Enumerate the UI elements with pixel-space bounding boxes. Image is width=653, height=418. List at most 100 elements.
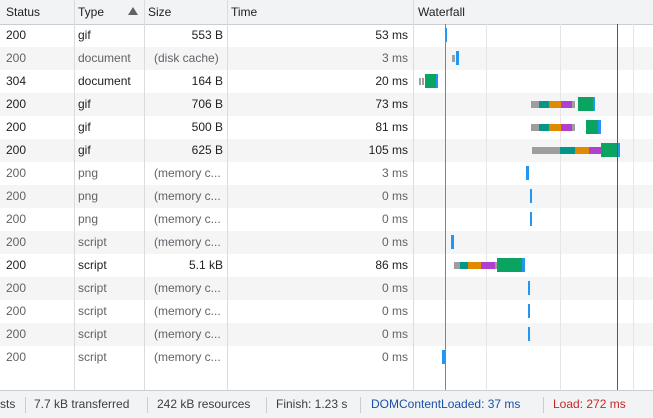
waterfall-segment-queue[interactable] (452, 55, 455, 62)
column-divider[interactable] (74, 0, 75, 390)
time-cell: 73 ms (375, 97, 408, 111)
time-cell: 86 ms (375, 258, 408, 272)
network-request-table: Status Type Size Time Waterfall 200 gif 55… (0, 0, 653, 390)
status-cell: 200 (6, 212, 27, 226)
size-cell: 5.1 kB (188, 258, 223, 272)
waterfall-segment-dns[interactable] (539, 101, 549, 108)
status-cell: 200 (6, 235, 27, 249)
size-cell: 164 B (191, 74, 223, 88)
type-cell: script (78, 304, 107, 318)
table-row[interactable]: 200 png (memory c... 3 ms (0, 162, 653, 185)
table-row[interactable]: 200 script (memory c... 0 ms (0, 231, 653, 254)
size-cell: 625 B (191, 143, 223, 157)
waterfall-segment-connect[interactable] (549, 124, 561, 131)
table-row[interactable]: 200 script (memory c... 0 ms (0, 300, 653, 323)
type-cell: script (78, 350, 107, 364)
column-header-type-label: Type (78, 5, 105, 19)
waterfall-segment-download[interactable] (436, 74, 438, 88)
time-cell: 0 ms (381, 235, 408, 249)
waterfall-segment-queue[interactable] (572, 101, 575, 108)
waterfall-segment-queue[interactable] (532, 147, 560, 154)
table-row[interactable]: 200 png (memory c... 0 ms (0, 208, 653, 231)
waterfall-segment-ssl[interactable] (561, 124, 572, 131)
type-cell: gif (78, 28, 91, 42)
summary-divider (147, 397, 148, 413)
size-cell: (memory c... (154, 327, 221, 341)
waterfall-segment-connect[interactable] (468, 262, 481, 269)
waterfall-segment-download[interactable] (528, 327, 530, 341)
waterfall-segment-ssl[interactable] (589, 147, 601, 154)
waterfall-segment-waiting[interactable] (578, 97, 593, 111)
type-cell: png (78, 189, 99, 203)
time-cell: 0 ms (381, 350, 408, 364)
waterfall-segment-download[interactable] (528, 281, 530, 295)
column-divider[interactable] (227, 0, 228, 390)
type-cell: script (78, 281, 107, 295)
requests-count: sts (0, 397, 16, 411)
time-cell: 3 ms (381, 51, 408, 65)
time-cell: 105 ms (368, 143, 408, 157)
table-row[interactable]: 200 png (memory c... 0 ms (0, 185, 653, 208)
type-cell: gif (78, 143, 91, 157)
waterfall-segment-download[interactable] (456, 51, 459, 65)
table-row[interactable]: 200 script (memory c... 0 ms (0, 346, 653, 369)
type-cell: script (78, 235, 107, 249)
time-cell: 81 ms (375, 120, 408, 134)
waterfall-segment-download[interactable] (598, 120, 601, 134)
waterfall-segment-download[interactable] (526, 166, 529, 180)
column-divider[interactable] (413, 0, 414, 390)
column-header-size[interactable]: Size (144, 0, 227, 24)
waterfall-segment-waiting[interactable] (601, 143, 617, 157)
waterfall-segment-queue[interactable] (572, 124, 575, 131)
waterfall-segment-download[interactable] (528, 304, 530, 318)
waterfall-segment-queue[interactable] (422, 78, 424, 85)
summary-divider (25, 397, 26, 413)
column-header-time[interactable]: Time (227, 0, 413, 24)
type-cell: document (78, 74, 131, 88)
table-row[interactable]: 200 script (memory c... 0 ms (0, 277, 653, 300)
waterfall-segment-download[interactable] (530, 189, 532, 203)
waterfall-segment-dns[interactable] (560, 147, 575, 154)
waterfall-segment-download[interactable] (522, 258, 525, 272)
time-cell: 0 ms (381, 212, 408, 226)
waterfall-segment-ssl[interactable] (481, 262, 495, 269)
type-cell: document (78, 51, 131, 65)
size-cell: (memory c... (154, 281, 221, 295)
waterfall-segment-waiting[interactable] (425, 74, 436, 88)
table-row[interactable]: 304 document 164 B 20 ms (0, 70, 653, 93)
waterfall-segment-download[interactable] (451, 235, 454, 249)
waterfall-segment-dns[interactable] (539, 124, 549, 131)
status-cell: 200 (6, 166, 27, 180)
dom-content-loaded-time: DOMContentLoaded: 37 ms (371, 397, 521, 411)
time-cell: 0 ms (381, 304, 408, 318)
waterfall-segment-queue[interactable] (419, 78, 421, 85)
summary-divider (360, 397, 361, 413)
waterfall-segment-connect[interactable] (549, 101, 561, 108)
size-cell: 706 B (191, 97, 223, 111)
load-event-marker (617, 24, 618, 390)
column-header-status[interactable]: Status (0, 0, 74, 24)
status-cell: 200 (6, 143, 27, 157)
size-cell: (memory c... (154, 304, 221, 318)
status-cell: 200 (6, 97, 27, 111)
column-divider[interactable] (144, 0, 145, 390)
table-row[interactable]: 200 gif 553 B 53 ms (0, 24, 653, 47)
column-header-waterfall[interactable]: Waterfall (413, 0, 653, 24)
size-cell: (memory c... (154, 212, 221, 226)
waterfall-segment-waiting[interactable] (586, 120, 598, 134)
status-cell: 304 (6, 74, 27, 88)
time-cell: 20 ms (375, 74, 408, 88)
waterfall-segment-download[interactable] (530, 212, 532, 226)
load-time: Load: 272 ms (553, 397, 626, 411)
status-cell: 200 (6, 189, 27, 203)
table-row[interactable]: 200 document (disk cache) 3 ms (0, 47, 653, 70)
waterfall-segment-waiting[interactable] (497, 258, 522, 272)
table-row[interactable]: 200 script 5.1 kB 86 ms (0, 254, 653, 277)
table-row[interactable]: 200 script (memory c... 0 ms (0, 323, 653, 346)
waterfall-segment-download[interactable] (593, 97, 595, 111)
waterfall-segment-connect[interactable] (575, 147, 589, 154)
status-cell: 200 (6, 51, 27, 65)
waterfall-segment-dns[interactable] (460, 262, 468, 269)
time-cell: 0 ms (381, 189, 408, 203)
waterfall-segment-ssl[interactable] (561, 101, 572, 108)
